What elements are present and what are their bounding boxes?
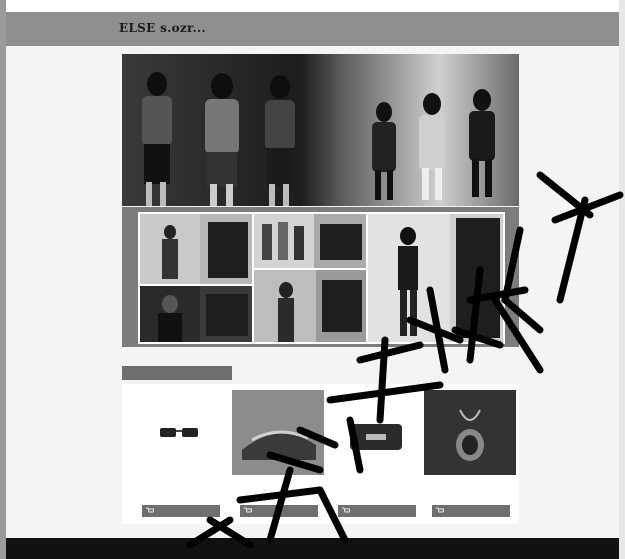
product-card-3[interactable] [330,390,422,518]
grid-cell-1[interactable] [140,214,252,284]
grid-label-3 [206,294,248,336]
hero-banner[interactable] [122,54,519,206]
grid-label-5 [456,218,500,338]
products-section [122,384,519,524]
site-header: ELSE s.ozr... [6,12,619,46]
add-to-cart-button-4[interactable] [432,505,510,517]
grid-label-1 [208,222,248,278]
cart-icon [436,507,445,519]
product-card-1[interactable] [134,390,226,518]
grid-cell-4[interactable] [254,270,366,342]
products-heading [122,366,232,380]
add-to-cart-button-3[interactable] [338,505,416,517]
cart-icon [244,507,253,519]
product-card-2[interactable] [232,390,324,518]
grid-label-2 [320,224,362,260]
product-image-4[interactable] [424,390,516,475]
web-page: ELSE s.ozr... [6,12,619,559]
category-grid [138,212,505,344]
add-to-cart-button-1[interactable] [142,505,220,517]
product-image-1[interactable] [134,390,226,475]
product-image-2[interactable] [232,390,324,475]
grid-cell-2[interactable] [254,214,366,268]
grid-cell-5[interactable] [368,214,503,342]
add-to-cart-button-2[interactable] [240,505,318,517]
site-logo[interactable]: ELSE s.ozr... [119,21,206,35]
product-image-3[interactable] [330,390,422,475]
cart-icon [342,507,351,519]
cart-icon [146,507,155,519]
product-card-4[interactable] [424,390,516,518]
site-footer [6,538,619,559]
grid-cell-3[interactable] [140,286,252,342]
grid-label-4 [322,280,362,332]
window-right-edge [619,0,625,559]
